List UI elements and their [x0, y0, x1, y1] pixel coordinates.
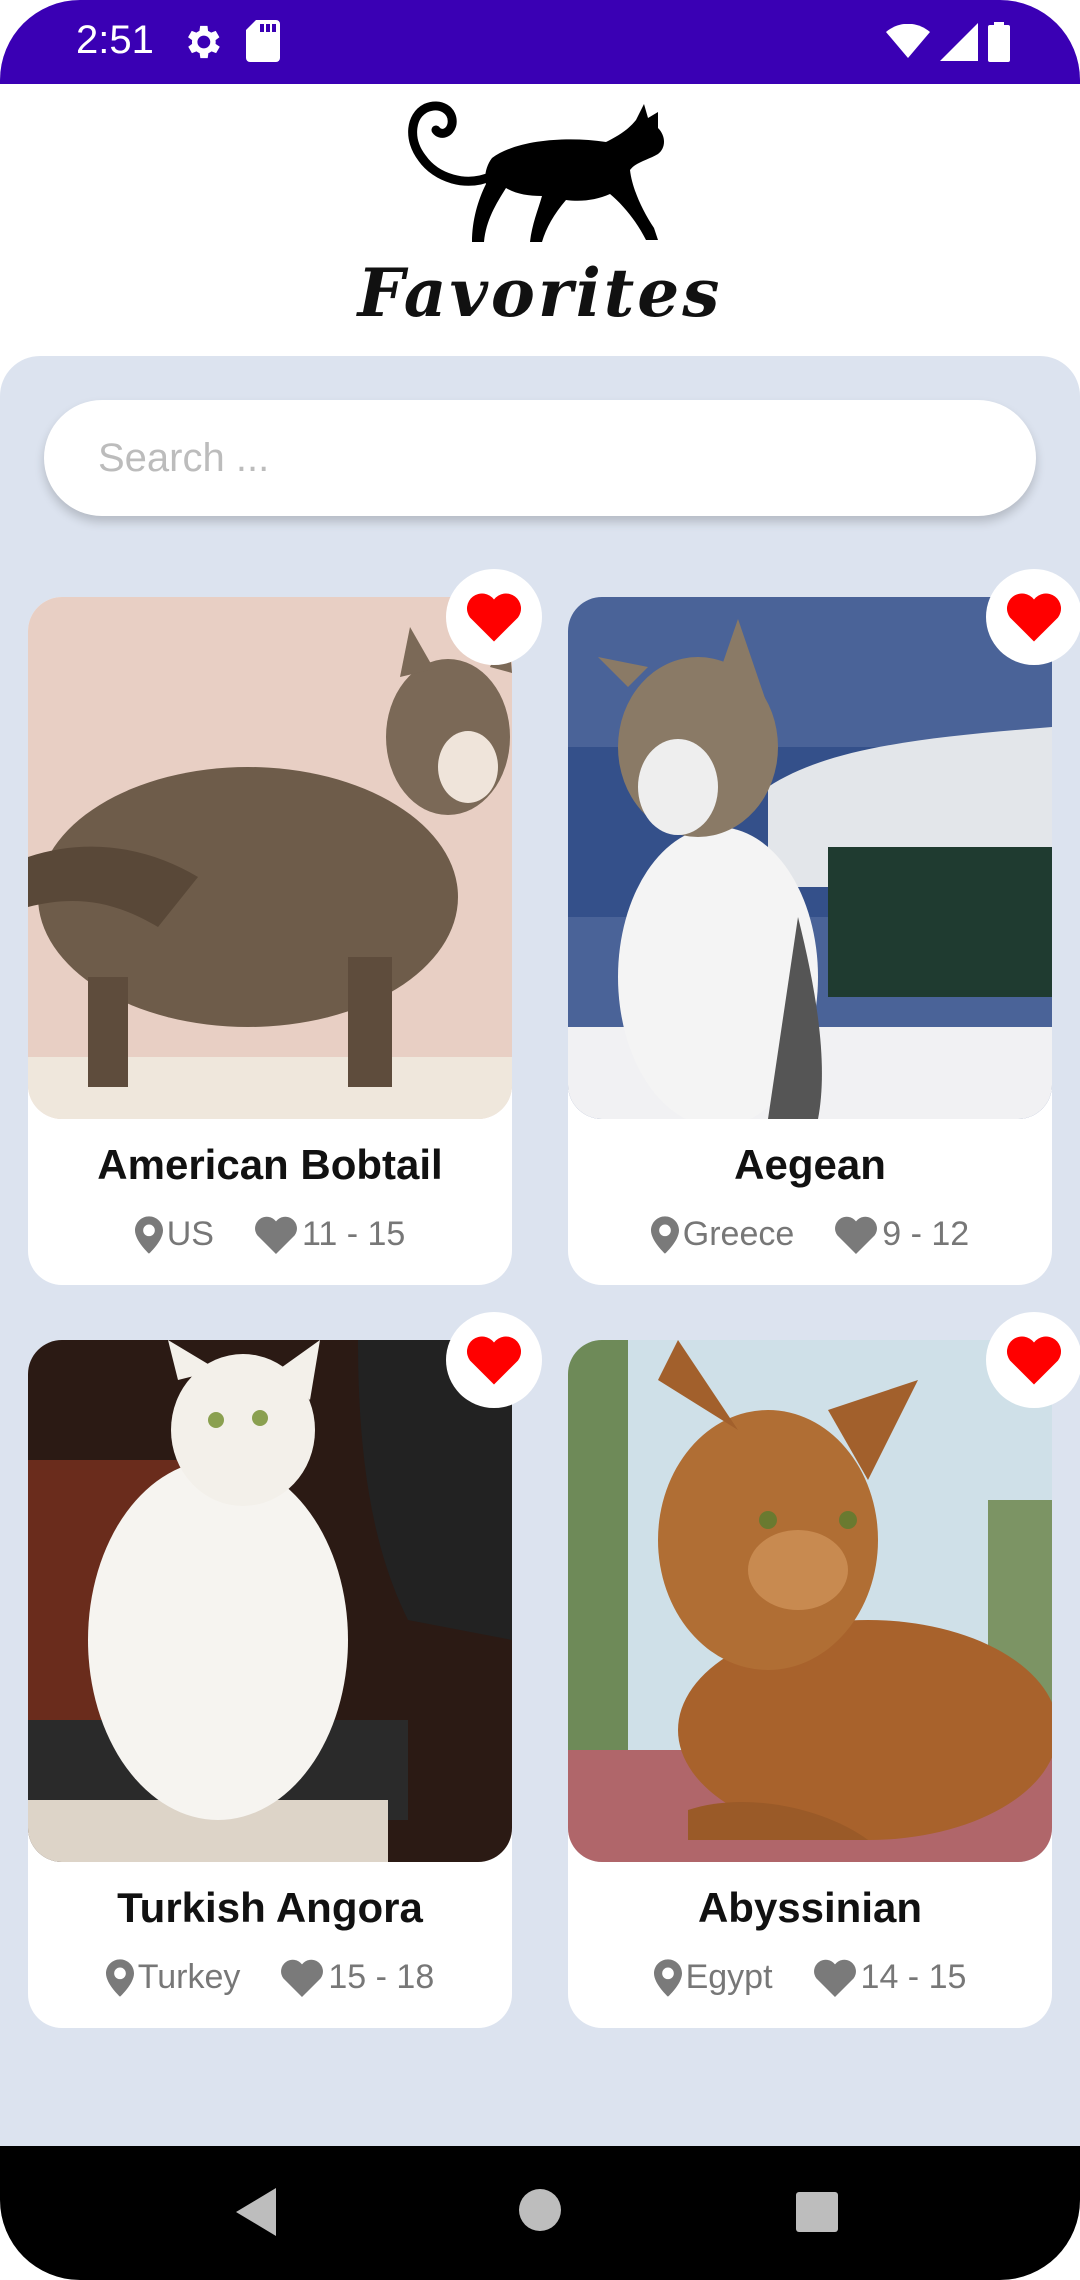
heart-icon: [254, 1216, 297, 1254]
status-bar: 2:51: [0, 0, 1080, 84]
origin-text: Egypt: [685, 1958, 773, 1996]
content-panel: American Bobtail US 11 - 15: [0, 356, 1080, 2146]
favorite-button[interactable]: [446, 569, 542, 665]
cat-photo: [28, 597, 512, 1119]
status-time: 2:51: [76, 18, 154, 62]
origin-text: Greece: [682, 1215, 795, 1253]
location-pin-icon: [650, 1215, 679, 1254]
cat-meta: US 11 - 15: [28, 1215, 512, 1254]
origin-text: Turkey: [137, 1958, 241, 1996]
origin: Greece: [650, 1215, 795, 1254]
search-bar[interactable]: [44, 400, 1036, 516]
cat-photo: [28, 1340, 512, 1862]
heart-icon: [466, 1336, 522, 1385]
lifespan-text: 11 - 15: [301, 1215, 406, 1253]
lifespan: 14 - 15: [813, 1958, 967, 1997]
search-input[interactable]: [98, 435, 1036, 481]
location-pin-icon: [653, 1958, 682, 1997]
origin-text: US: [166, 1215, 214, 1253]
home-icon[interactable]: [518, 2188, 562, 2232]
lifespan: 15 - 18: [280, 1958, 434, 1997]
origin: Turkey: [105, 1958, 241, 1997]
lifespan-text: 15 - 18: [328, 1958, 435, 1996]
cat-card[interactable]: Aegean Greece 9 - 12: [568, 597, 1052, 1285]
location-pin-icon: [105, 1958, 134, 1997]
origin: US: [134, 1215, 214, 1254]
cat-name: American Bobtail: [97, 1141, 443, 1188]
recents-icon[interactable]: [796, 2192, 838, 2232]
lifespan-text: 9 - 12: [882, 1215, 970, 1253]
favorite-button[interactable]: [446, 1312, 542, 1408]
favorite-button[interactable]: [986, 569, 1080, 665]
cat-name: Abyssinian: [697, 1884, 923, 1931]
navigation-bar: [0, 2146, 1080, 2280]
cat-photo: [568, 597, 1052, 1119]
heart-icon: [1006, 1336, 1062, 1385]
heart-icon: [835, 1216, 878, 1254]
signal-icon: [940, 23, 978, 61]
cat-photo: [568, 1340, 1052, 1862]
cat-card[interactable]: Turkish Angora Turkey 15 - 18: [28, 1340, 512, 2028]
heart-icon: [466, 593, 522, 642]
wifi-icon: [886, 24, 930, 58]
heart-icon: [281, 1959, 324, 1997]
back-icon[interactable]: [236, 2188, 280, 2236]
cat-card[interactable]: Abyssinian Egypt 14 - 15: [568, 1340, 1052, 2028]
cat-silhouette-logo: [408, 101, 664, 242]
favorite-button[interactable]: [986, 1312, 1080, 1408]
lifespan: 11 - 15: [254, 1215, 405, 1254]
lifespan: 9 - 12: [834, 1215, 969, 1254]
location-pin-icon: [134, 1215, 163, 1254]
cat-name: Aegean: [734, 1141, 886, 1188]
status-icons: [886, 20, 1010, 64]
origin: Egypt: [653, 1958, 773, 1997]
cat-name: Turkish Angora: [117, 1884, 423, 1931]
header: Favorites: [0, 84, 1080, 356]
heart-icon: [813, 1959, 856, 1997]
sd-card-icon: [246, 20, 280, 62]
cat-meta: Egypt 14 - 15: [568, 1958, 1052, 1997]
cat-meta: Turkey 15 - 18: [28, 1958, 512, 1997]
cat-meta: Greece 9 - 12: [568, 1215, 1052, 1254]
cat-card[interactable]: American Bobtail US 11 - 15: [28, 597, 512, 1285]
page-title: Favorites: [357, 254, 723, 332]
gear-icon: [188, 25, 220, 59]
battery-icon: [988, 22, 1010, 62]
heart-icon: [1006, 593, 1062, 642]
lifespan-text: 14 - 15: [860, 1958, 967, 1996]
